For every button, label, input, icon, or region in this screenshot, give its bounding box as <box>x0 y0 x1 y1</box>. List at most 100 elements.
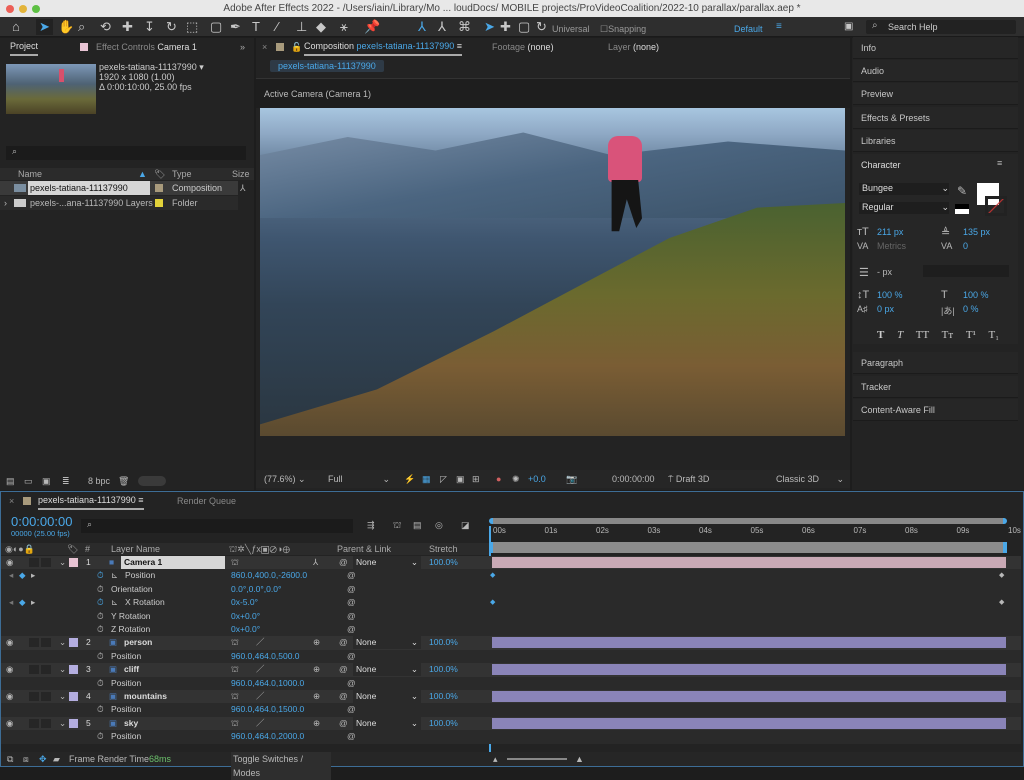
render-time-toggle-icon[interactable]: ▰ <box>53 752 60 766</box>
faux-italic-button[interactable]: T <box>897 329 903 341</box>
close-tab-icon[interactable]: × <box>9 492 14 510</box>
tab-render-queue[interactable]: Render Queue <box>177 492 236 510</box>
roto-brush-tool-icon[interactable]: ⚹ <box>340 19 348 35</box>
project-search-input[interactable]: ⌕ <box>6 146 246 160</box>
add-keyframe-icon[interactable]: ◆ <box>19 596 26 609</box>
pick-whip-icon[interactable]: @ <box>339 663 348 676</box>
stopwatch-icon[interactable]: ⏱ <box>97 583 104 596</box>
label-color-swatch[interactable] <box>69 638 78 648</box>
shy-layers-icon[interactable]: ⛫ <box>393 520 401 532</box>
orbit-camera-icon[interactable]: ⟲ <box>100 19 111 35</box>
column-name[interactable]: Name <box>18 168 42 180</box>
layer-row[interactable]: ◉ ⌄ 4 ▣ mountains ⛫ ／ ⊕ @ None ⌄ 100.0% <box>1 690 1021 704</box>
font-style-dropdown[interactable]: Regular ⌄ <box>859 202 949 214</box>
snapshot-icon[interactable]: 📷 <box>566 470 577 488</box>
tab-composition[interactable]: Composition pexels-tatiana-11137990 ≡ <box>304 38 463 56</box>
parent-dropdown[interactable]: None ⌄ <box>353 716 421 730</box>
puppet-pin-tool-icon[interactable]: 📌 <box>364 19 380 35</box>
time-ruler[interactable]: 00s 01s 02s 03s 04s 05s 06s 07s 08s 09s 10s <box>489 526 1021 540</box>
project-item-folder[interactable]: › pexels-...ana-11137990 Layers Folder <box>0 196 238 210</box>
workspace-menu-icon[interactable]: ≡ <box>776 19 782 35</box>
layer-duration-bar[interactable] <box>492 717 1006 729</box>
tab-layer[interactable]: Layer (none) <box>608 38 659 56</box>
collapse-chevron-icon[interactable]: ⌄ <box>59 663 66 676</box>
tab-timeline-comp[interactable]: pexels-tatiana-11137990 ≡ <box>38 492 144 510</box>
panel-info[interactable]: Info <box>853 37 1018 59</box>
expression-pick-whip-icon[interactable]: @ <box>347 730 356 743</box>
tab-footage[interactable]: Footage (none) <box>492 38 554 56</box>
new-folder-icon[interactable]: ▭ <box>24 474 33 488</box>
small-caps-button[interactable]: Tт <box>942 329 954 341</box>
panel-tracker[interactable]: Tracker <box>853 376 1018 398</box>
layer-switches-toggle-icon[interactable]: ⧉ <box>7 752 13 766</box>
expression-pick-whip-icon[interactable]: @ <box>347 610 356 623</box>
next-keyframe-icon[interactable]: ▸ <box>31 569 35 582</box>
property-value[interactable]: 0.0°,0.0°,0.0° <box>231 583 281 596</box>
property-value[interactable]: 960.0,464.0,1500.0 <box>231 703 304 716</box>
pick-whip-icon[interactable]: @ <box>339 636 348 649</box>
quality-switch-icon[interactable]: ／ <box>256 663 265 676</box>
universal-mode[interactable]: Universal <box>552 21 590 37</box>
3d-move-icon[interactable]: ✚ <box>500 19 511 35</box>
next-keyframe-icon[interactable]: ▸ <box>31 596 35 609</box>
layer-row[interactable]: ◉ ⌄ 5 ▣ sky ⛫ ／ ⊕ @ None ⌄ 100.0% <box>1 716 1021 731</box>
expression-pick-whip-icon[interactable]: @ <box>347 623 356 636</box>
solo-toggle[interactable] <box>29 558 39 567</box>
layer-name[interactable]: sky <box>121 717 225 730</box>
toggle-switches-modes-button[interactable]: Toggle Switches / Modes <box>231 752 331 780</box>
collapse-chevron-icon[interactable]: ⌄ <box>59 690 66 703</box>
resolution-dropdown[interactable]: Full ⌄ <box>328 470 390 488</box>
comp-info-name[interactable]: pexels-tatiana-11137990 ▾ <box>99 62 204 72</box>
panel-menu-icon[interactable]: ≡ <box>997 158 1002 168</box>
all-caps-button[interactable]: TT <box>916 329 929 341</box>
thumbnail-slider[interactable] <box>138 476 166 486</box>
font-size-value[interactable]: 211 px <box>877 227 903 237</box>
zoom-in-icon[interactable]: ▲ <box>575 752 584 766</box>
prev-keyframe-icon[interactable]: ◂ <box>9 596 13 609</box>
pick-whip-icon[interactable]: @ <box>339 717 348 730</box>
3d-rotate-icon[interactable]: ↻ <box>536 19 547 35</box>
layer-name[interactable]: cliff <box>121 663 225 676</box>
lock-icon[interactable]: 🔓 <box>291 38 302 56</box>
layer-row[interactable]: ◉ ⌄ 3 ▣ cliff ⛫ ／ ⊕ @ None ⌄ 100.0% <box>1 663 1021 677</box>
stretch-value[interactable]: 100.0% <box>429 636 458 649</box>
stopwatch-icon[interactable]: ⏱ <box>97 677 104 690</box>
exposure-reset-icon[interactable]: ✺ <box>512 470 520 488</box>
work-area-navigator[interactable] <box>489 518 1007 524</box>
panel-effects-presets[interactable]: Effects & Presets <box>853 107 1018 129</box>
solo-toggle[interactable] <box>29 665 39 675</box>
column-parent-link[interactable]: Parent & Link <box>337 543 391 555</box>
collapse-chevron-icon[interactable]: ⌄ <box>59 636 66 649</box>
stretch-value[interactable]: 100.0% <box>429 690 458 703</box>
eye-visibility-icon[interactable]: ◉ <box>6 717 13 730</box>
property-row[interactable]: ◂ ◆ ▸ ⏱ ⊾ X Rotation 0x-5.0° @ ◆ ◆ <box>1 596 1021 610</box>
graph-icon[interactable]: ⊾ <box>111 596 118 609</box>
horizontal-scale-value[interactable]: 100 % <box>963 290 989 300</box>
layer-name[interactable]: mountains <box>121 690 225 703</box>
label-color-swatch[interactable] <box>69 692 78 701</box>
project-item-comp[interactable]: pexels-tatiana-11137990 Composition <box>0 181 238 195</box>
frame-blending-icon[interactable]: ▤ <box>413 520 422 531</box>
lock-toggle[interactable] <box>41 692 51 701</box>
expand-chevron-icon[interactable]: › <box>4 196 7 210</box>
layer-row[interactable]: ◉ ⌄ 2 ▣ person ⛫ ／ ⊕ @ None ⌄ 100.0% <box>1 636 1021 650</box>
stopwatch-icon[interactable]: ⏱ <box>97 703 104 716</box>
eyedropper-icon[interactable]: ✎ <box>957 184 967 198</box>
workspace-default[interactable]: Default <box>734 21 763 37</box>
column-size[interactable]: Size <box>232 168 250 180</box>
lock-toggle[interactable] <box>41 718 51 728</box>
flowchart-icon[interactable]: ⅄ <box>240 183 246 194</box>
solo-toggle[interactable] <box>29 692 39 701</box>
keyframe-icon[interactable]: ◆ <box>490 596 495 609</box>
property-row[interactable]: ◂ ◆ ▸ ⏱ ⊾ Position 860.0,400.0,-2600.0 @ ◆ ◆ <box>1 569 1021 583</box>
local-axis-icon[interactable]: ⅄ <box>418 19 426 35</box>
leading-value[interactable]: 135 px <box>963 227 990 237</box>
panel-audio[interactable]: Audio <box>853 60 1018 82</box>
view-axis-icon[interactable]: ⌘ <box>458 19 471 35</box>
dolly-camera-icon[interactable]: ↧ <box>144 19 155 35</box>
pick-whip-icon[interactable]: @ <box>339 556 348 569</box>
panel-libraries[interactable]: Libraries <box>853 130 1018 152</box>
3d-layer-switch-icon[interactable]: ⊕ <box>313 663 320 676</box>
layer-name[interactable]: Camera 1 <box>121 556 225 569</box>
mask-visibility-icon[interactable]: ◸ <box>440 470 447 488</box>
